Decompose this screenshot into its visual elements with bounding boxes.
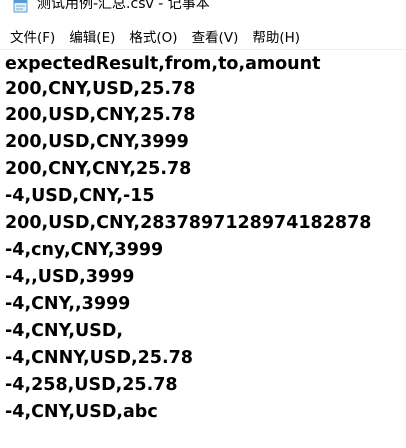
text-line-3: 200,USD,CNY,25.78 xyxy=(5,105,196,125)
text-line-7: 200,USD,CNY,2837897128974182878 xyxy=(5,213,372,233)
text-line-4: 200,USD,CNY,3999 xyxy=(5,132,189,152)
text-line-2: 200,CNY,USD,25.78 xyxy=(5,79,196,99)
menu-view[interactable]: 查看(V) xyxy=(188,24,244,48)
text-line-5: 200,CNY,CNY,25.78 xyxy=(5,159,192,179)
text-line-1: expectedResult,from,to,amount xyxy=(5,54,321,74)
notepad-icon xyxy=(13,0,28,13)
text-line-9: -4,,USD,3999 xyxy=(5,267,135,287)
title-bar[interactable]: 测试用例-汇总.csv - 记事本 xyxy=(0,0,406,20)
text-line-13: -4,258,USD,25.78 xyxy=(5,375,178,395)
text-editor-area[interactable]: expectedResult,from,to,amount 200,CNY,US… xyxy=(0,51,406,448)
menu-bar: 文件(F) 编辑(E) 格式(O) 查看(V) 帮助(H) xyxy=(0,22,406,50)
notepad-window: 测试用例-汇总.csv - 记事本 文件(F) 编辑(E) 格式(O) 查看(V… xyxy=(0,0,406,448)
text-line-8: -4,cny,CNY,3999 xyxy=(5,240,164,260)
menu-file[interactable]: 文件(F) xyxy=(6,24,60,48)
text-line-6: -4,USD,CNY,-15 xyxy=(5,186,155,206)
window-title: 测试用例-汇总.csv - 记事本 xyxy=(37,0,210,12)
text-line-12: -4,CNNY,USD,25.78 xyxy=(5,348,193,368)
menu-edit[interactable]: 编辑(E) xyxy=(65,24,120,48)
menu-help[interactable]: 帮助(H) xyxy=(248,24,305,48)
text-line-11: -4,CNY,USD, xyxy=(5,321,123,341)
text-line-14: -4,CNY,USD,abc xyxy=(5,402,158,422)
menu-format[interactable]: 格式(O) xyxy=(125,24,182,48)
text-line-10: -4,CNY,,3999 xyxy=(5,294,131,314)
